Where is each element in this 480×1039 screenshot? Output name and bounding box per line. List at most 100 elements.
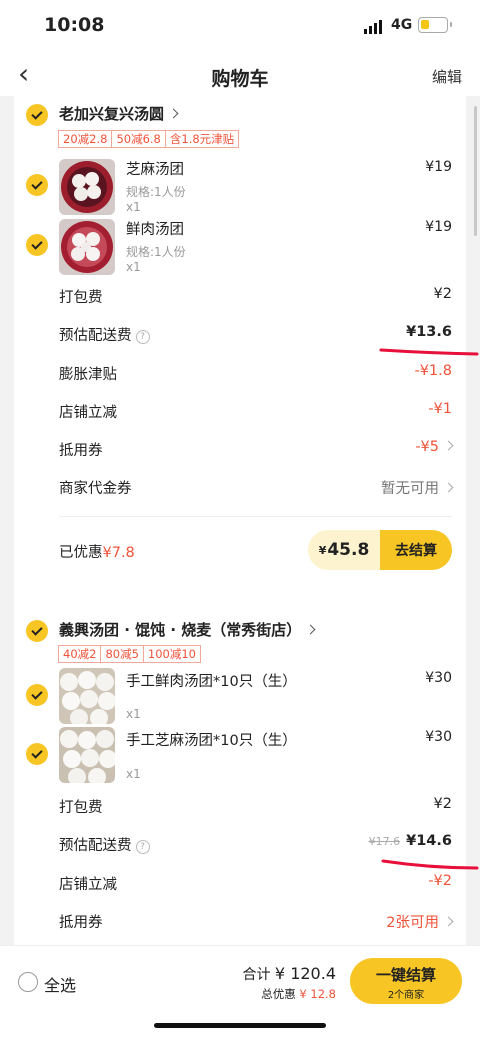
discount-label: 总优惠 (261, 987, 296, 1001)
checkout-label: 一键结算 (375, 966, 436, 984)
promo-tag: 80减5 (100, 645, 144, 663)
pay-amount: ¥45.8 (308, 530, 380, 570)
item-2-check-icon[interactable] (26, 234, 48, 256)
item-qty: x1 (126, 200, 141, 214)
item-price: ¥30 (425, 729, 452, 745)
item-image[interactable] (59, 219, 115, 275)
scrollbar[interactable] (474, 106, 477, 236)
promo-tag: 含1.8元津贴 (164, 130, 240, 148)
status-bar: 10:08 4G (0, 0, 480, 54)
annotation-underline (381, 859, 479, 870)
question-icon[interactable]: ? (135, 330, 150, 344)
voucher-value: 暂无可用 (381, 481, 439, 497)
packing-fee-value: ¥2 (433, 796, 452, 812)
pay-go-label: 去结算 (380, 530, 452, 570)
question-icon[interactable]: ? (135, 840, 150, 854)
item-qty: x1 (126, 260, 141, 274)
total-summary: 合计 ¥ 120.4 (242, 964, 336, 984)
pay-amount-value: 45.8 (327, 540, 370, 560)
store-card-1: 老加兴复兴汤圆 20减2.8 50减6.8 含1.8元津贴 芝麻汤团 规格:1人… (14, 96, 466, 686)
pay-currency: ¥ (318, 543, 327, 557)
promo-tag: 50减6.8 (111, 130, 166, 148)
checkout-sub: 2个商家 (387, 990, 425, 1001)
item-image[interactable] (59, 668, 115, 724)
store-1-pay-button[interactable]: ¥45.8 去结算 (308, 530, 452, 570)
promo-tag: 100减10 (142, 645, 201, 663)
nav-bar: ‹ 购物车 编辑 (0, 54, 480, 96)
store-discount-label: 店铺立减 (59, 405, 117, 421)
total-value: ¥ 120.4 (274, 964, 336, 983)
coupon-value: 2张可用 (386, 915, 439, 931)
store-discount-value: -¥1 (428, 401, 452, 417)
item-qty: x1 (126, 707, 141, 721)
subsidy-label: 膨胀津贴 (59, 367, 117, 383)
voucher-selector[interactable]: 暂无可用 (381, 477, 454, 498)
checkout-all-button[interactable]: 一键结算 2个商家 (350, 958, 462, 1004)
store-2-name: 義興汤团 · 馄饨 · 烧麦（常秀街店） (59, 621, 302, 639)
item-spec: 规格:1人份 (126, 245, 186, 259)
store-card-2: 義興汤团 · 馄饨 · 烧麦（常秀街店） 40减2 80减5 100减10 手工… (14, 601, 466, 945)
annotation-underline (379, 348, 479, 356)
cart-scroll-area[interactable]: 老加兴复兴汤圆 20减2.8 50减6.8 含1.8元津贴 芝麻汤团 规格:1人… (0, 96, 480, 945)
item-name: 手工芝麻汤团*10只（生） (126, 733, 297, 749)
network-label: 4G (391, 17, 413, 33)
packing-fee-value: ¥2 (433, 286, 452, 302)
store-2-name-link[interactable]: 義興汤团 · 馄饨 · 烧麦（常秀街店） (59, 619, 316, 640)
saved-value: ¥7.8 (102, 545, 135, 561)
item-image[interactable] (59, 727, 115, 783)
item-4-check-icon[interactable] (26, 743, 48, 765)
chevron-right-icon (305, 624, 316, 635)
item-price: ¥30 (425, 670, 452, 686)
packing-fee-label: 打包费 (59, 290, 103, 306)
store-1-tags: 20减2.8 50减6.8 含1.8元津贴 (58, 130, 240, 148)
saved-label: 已优惠 (59, 545, 103, 561)
subsidy-value: -¥1.8 (414, 363, 452, 379)
promo-tag: 20减2.8 (58, 130, 113, 148)
store-1-check-icon[interactable] (26, 104, 48, 126)
select-all-radio[interactable] (18, 972, 38, 992)
item-spec: 规格:1人份 (126, 185, 186, 199)
discount-summary: 总优惠 ¥ 12.8 (261, 986, 336, 1002)
discount-value: ¥ 12.8 (299, 987, 336, 1001)
delivery-fee-text: 预估配送费 (59, 328, 132, 344)
battery-icon (418, 17, 452, 33)
delivery-fee-values: ¥17.6 ¥14.6 (369, 833, 452, 849)
status-time: 10:08 (44, 14, 105, 36)
coupon-value: -¥5 (415, 439, 439, 455)
store-discount-label: 店铺立减 (59, 877, 117, 893)
delivery-fee-text: 预估配送费 (59, 838, 132, 854)
delivery-fee-label: 预估配送费? (59, 834, 150, 855)
item-name: 芝麻汤团 (126, 162, 184, 178)
chevron-right-icon (443, 440, 454, 451)
coupon-label: 抵用券 (59, 915, 103, 931)
item-3-check-icon[interactable] (26, 684, 48, 706)
delivery-fee-value: ¥14.6 (406, 833, 452, 849)
page-title: 购物车 (211, 68, 269, 90)
promo-tag: 40减2 (58, 645, 102, 663)
item-1-check-icon[interactable] (26, 174, 48, 196)
select-all-label[interactable]: 全选 (44, 972, 76, 996)
divider (59, 516, 452, 517)
edit-button[interactable]: 编辑 (432, 66, 462, 87)
coupon-selector[interactable]: 2张可用 (386, 911, 454, 932)
coupon-selector[interactable]: -¥5 (415, 439, 454, 455)
delivery-fee-value: ¥13.6 (406, 324, 452, 340)
coupon-label: 抵用券 (59, 443, 103, 459)
voucher-label: 商家代金券 (59, 481, 132, 497)
store-1-name: 老加兴复兴汤圆 (59, 105, 165, 123)
packing-fee-label: 打包费 (59, 800, 103, 816)
delivery-fee-label: 预估配送费? (59, 324, 150, 345)
home-indicator[interactable] (154, 1023, 326, 1028)
chevron-right-icon (443, 916, 454, 927)
item-image[interactable] (59, 159, 115, 215)
item-name: 手工鲜肉汤团*10只（生） (126, 674, 297, 690)
signal-icon (364, 20, 382, 34)
total-label: 合计 (242, 967, 271, 983)
store-2-check-icon[interactable] (26, 620, 48, 642)
store-discount-value: -¥2 (428, 873, 452, 889)
item-price: ¥19 (425, 159, 452, 175)
chevron-right-icon (443, 482, 454, 493)
saved-summary: 已优惠¥7.8 (59, 541, 135, 562)
item-qty: x1 (126, 767, 141, 781)
store-1-name-link[interactable]: 老加兴复兴汤圆 (59, 103, 179, 124)
